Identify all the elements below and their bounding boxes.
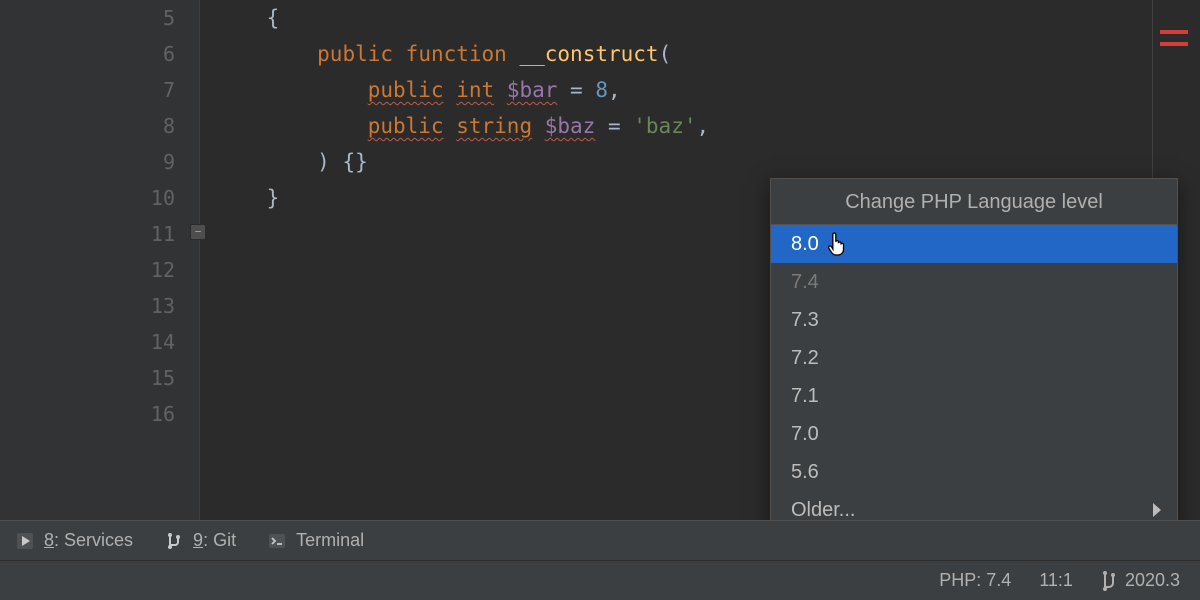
number-literal: 8 [595, 78, 608, 102]
error-marker[interactable] [1160, 42, 1188, 46]
string-literal: 'baz' [633, 114, 696, 138]
line-number: 12 [0, 252, 199, 288]
error-marker[interactable] [1160, 30, 1188, 34]
popup-item-5-6[interactable]: 5.6 [771, 453, 1177, 491]
cursor-hand-icon [827, 231, 849, 257]
popup-item-8-0[interactable]: 8.0 [771, 225, 1177, 263]
line-number: 11 [0, 216, 199, 252]
line-number: 15 [0, 360, 199, 396]
popup-item-7-1[interactable]: 7.1 [771, 377, 1177, 415]
comma: , [608, 78, 621, 102]
branch-name: 2020.3 [1125, 570, 1180, 591]
tool-window-label: : Git [203, 530, 236, 550]
popup-item-label: 7.4 [791, 271, 819, 293]
line-number: 14 [0, 324, 199, 360]
popup-item-7-4[interactable]: 7.4 [771, 263, 1177, 301]
gutter: 5 6 7 8 9 10 11 12 13 14 15 16 − [0, 0, 200, 520]
eq: = [557, 78, 595, 102]
status-git-branch[interactable]: 2020.3 [1101, 570, 1180, 591]
tool-window-git[interactable]: 9: Git [165, 530, 236, 551]
line-number: 7 [0, 72, 199, 108]
tool-window-services[interactable]: 8: Services [16, 530, 133, 551]
popup-item-7-2[interactable]: 7.2 [771, 339, 1177, 377]
type-string: string [456, 114, 532, 138]
line-number: 16 [0, 396, 199, 432]
line-number: 8 [0, 108, 199, 144]
line-number: 5 [0, 0, 199, 36]
type-int: int [456, 78, 494, 102]
line-number: 10 [0, 180, 199, 216]
git-branch-icon [165, 532, 183, 550]
keyword-public: public [368, 78, 444, 102]
popup-item-label: 7.2 [791, 347, 819, 369]
popup-item-label: 7.0 [791, 423, 819, 445]
status-caret-position[interactable]: 11:1 [1039, 570, 1073, 591]
ctor-body-empty: ) {} [317, 150, 368, 174]
tool-window-label: : Services [54, 530, 133, 550]
keyword-public: public [317, 42, 393, 66]
popup-item-label: 5.6 [791, 461, 819, 483]
tool-window-label: Terminal [296, 530, 364, 551]
line-number: 9 [0, 144, 199, 180]
play-icon [16, 532, 34, 550]
terminal-icon [268, 532, 286, 550]
mnemonic: 8 [44, 530, 54, 550]
status-bar: PHP: 7.4 11:1 2020.3 [0, 560, 1200, 600]
keyword-function: function [406, 42, 507, 66]
language-level-popup[interactable]: Change PHP Language level 8.0 7.4 7.3 7.… [770, 178, 1178, 530]
popup-item-label: 7.1 [791, 385, 819, 407]
popup-title: Change PHP Language level [771, 179, 1177, 225]
comma: , [696, 114, 709, 138]
tool-window-bar: 8: Services 9: Git Terminal [0, 520, 1200, 560]
variable-baz: $baz [545, 114, 596, 138]
chevron-right-icon [1153, 503, 1161, 517]
brace: } [267, 186, 280, 210]
tool-window-terminal[interactable]: Terminal [268, 530, 364, 551]
popup-item-7-3[interactable]: 7.3 [771, 301, 1177, 339]
brace: { [267, 6, 280, 30]
paren-open: ( [659, 42, 672, 66]
mnemonic: 9 [193, 530, 203, 550]
line-number: 6 [0, 36, 199, 72]
keyword-public: public [368, 114, 444, 138]
line-number: 13 [0, 288, 199, 324]
status-php-level[interactable]: PHP: 7.4 [939, 570, 1011, 591]
popup-item-7-0[interactable]: 7.0 [771, 415, 1177, 453]
popup-item-label: 8.0 [791, 233, 819, 255]
popup-item-label: 7.3 [791, 309, 819, 331]
git-branch-icon [1101, 571, 1117, 591]
function-name: __construct [519, 42, 658, 66]
popup-item-label: Older... [791, 499, 855, 521]
eq: = [595, 114, 633, 138]
variable-bar: $bar [507, 78, 558, 102]
